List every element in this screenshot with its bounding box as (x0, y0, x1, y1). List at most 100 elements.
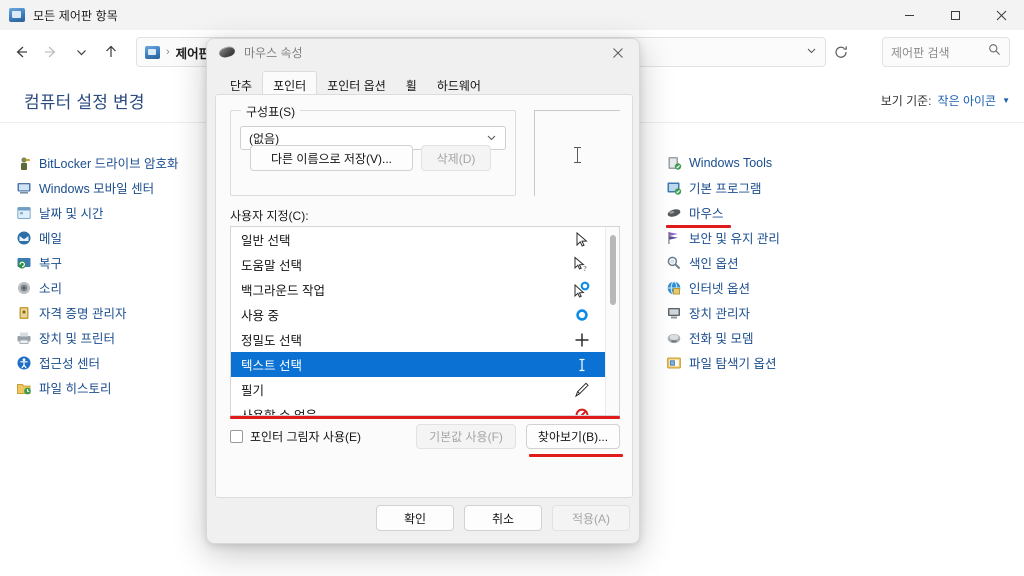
control-panel-item-label: 날짜 및 시간 (39, 207, 104, 221)
cursor-list-row[interactable]: 텍스트 선택 (231, 352, 619, 377)
cursor-list-scrollbar[interactable] (605, 227, 619, 415)
mouse-icon (218, 45, 236, 59)
control-panel-item-label: 마우스 (689, 207, 724, 221)
refresh-icon[interactable] (828, 37, 854, 67)
window-title: 모든 제어판 항목 (33, 8, 118, 23)
sound-icon (16, 280, 32, 296)
page-title: 컴퓨터 설정 변경 (24, 93, 145, 112)
cursor-list-label: 정밀도 선택 (241, 334, 302, 348)
delete-button[interactable]: 삭제(D) (421, 145, 491, 171)
control-panel-item[interactable]: Windows Tools (666, 150, 986, 175)
phone-modem-icon (666, 330, 682, 346)
back-button-icon[interactable] (6, 37, 36, 67)
arrow-cursor-icon (571, 227, 593, 252)
control-panel-item[interactable]: 색인 옵션 (666, 250, 986, 275)
customize-label: 사용자 지정(C): (230, 209, 309, 223)
credential-manager-icon (16, 305, 32, 321)
control-panel-item[interactable]: 기본 프로그램 (666, 175, 986, 200)
view-by-control[interactable]: 보기 기준: 작은 아이콘 ▼ (881, 92, 1010, 109)
window-controls (886, 0, 1024, 30)
tab-label: 포인터 옵션 (327, 79, 386, 93)
pointer-shadow-checkbox[interactable]: 포인터 그림자 사용(E) (230, 428, 361, 445)
control-panel-item[interactable]: 마우스 (666, 200, 986, 228)
arrow-help-cursor-icon: ? (571, 252, 593, 277)
dialog-title: 마우스 속성 (244, 45, 303, 60)
cursor-list-row[interactable]: 정밀도 선택 (231, 327, 619, 352)
tab-label: 휠 (405, 79, 417, 93)
indexing-options-icon (666, 255, 682, 271)
scheme-selected-value: (없음) (249, 131, 280, 146)
view-by-label: 보기 기준: (880, 94, 932, 108)
control-panel-item-label: 장치 관리자 (689, 307, 750, 321)
view-by-value[interactable]: 작은 아이콘 (938, 92, 997, 109)
busy-ring-cursor-icon (571, 302, 593, 327)
cursor-list-label: 백그라운드 작업 (241, 284, 325, 298)
control-panel-item-label: 기본 프로그램 (689, 182, 762, 196)
cursor-list-row[interactable]: 도움말 선택? (231, 252, 619, 277)
cursor-list-label: 필기 (241, 384, 265, 398)
cursor-list-row[interactable]: 백그라운드 작업 (231, 277, 619, 302)
scrollbar-thumb[interactable] (610, 235, 616, 305)
up-button-icon[interactable] (96, 37, 126, 67)
control-panel-item-label: 파일 히스토리 (39, 382, 112, 396)
cancel-button[interactable]: 취소 (464, 505, 542, 531)
window-titlebar: 모든 제어판 항목 (0, 0, 1024, 30)
control-panel-item-label: Windows 모바일 센터 (39, 182, 155, 196)
svg-text:?: ? (584, 265, 587, 273)
use-default-button[interactable]: 기본값 사용(F) (416, 424, 516, 449)
cursor-list-row[interactable]: 일반 선택 (231, 227, 619, 252)
ibeam-cursor-icon (571, 352, 593, 377)
breadcrumb-control-panel[interactable]: 제어판 (176, 43, 211, 62)
cursor-list-row[interactable]: 사용할 수 없음 (231, 402, 619, 415)
ok-button[interactable]: 확인 (376, 505, 454, 531)
maximize-icon[interactable] (932, 0, 978, 30)
control-panel-item[interactable]: 인터넷 옵션 (666, 275, 986, 300)
mobility-center-icon (16, 180, 32, 196)
cursor-list[interactable]: 일반 선택 도움말 선택? 백그라운드 작업 사용 중 정밀도 선택 텍스트 선택 필기 사용… (230, 226, 620, 416)
control-panel-item-label: BitLocker 드라이브 암호화 (39, 157, 179, 171)
control-panel-item-label: 접근성 센터 (39, 357, 100, 371)
apply-button[interactable]: 적용(A) (552, 505, 630, 531)
recovery-icon (16, 255, 32, 271)
cursor-list-label: 사용 중 (241, 309, 279, 323)
cursor-list-label: 도움말 선택 (241, 259, 302, 273)
default-programs-icon (666, 180, 682, 196)
dialog-close-icon[interactable] (597, 39, 639, 67)
search-placeholder: 제어판 검색 (891, 45, 950, 60)
checkbox-box[interactable] (230, 430, 243, 443)
search-input[interactable]: 제어판 검색 (882, 37, 1010, 67)
tab-label: 포인터 (273, 79, 307, 93)
file-explorer-options-icon (666, 355, 682, 371)
control-panel-item-label: 장치 및 프린터 (39, 332, 115, 346)
scheme-group-label: 구성표(S) (241, 103, 301, 120)
forward-button-icon[interactable] (36, 37, 66, 67)
chevron-down-icon[interactable]: ▼ (1002, 96, 1010, 105)
browse-button[interactable]: 찾아보기(B)... (526, 424, 620, 449)
control-panel-item[interactable]: 장치 관리자 (666, 300, 986, 325)
chevron-down-icon[interactable] (806, 45, 817, 59)
close-icon[interactable] (978, 0, 1024, 30)
security-maintenance-icon (666, 230, 682, 246)
control-panel-item[interactable]: 파일 탐색기 옵션 (666, 350, 986, 375)
pen-cursor-icon (571, 377, 593, 402)
recent-locations-icon[interactable] (66, 37, 96, 67)
unavailable-cursor-icon (571, 402, 593, 415)
internet-options-icon (666, 280, 682, 296)
control-panel-item-label: 보안 및 유지 관리 (689, 232, 780, 246)
chevron-down-icon[interactable] (486, 132, 497, 145)
cursor-list-row[interactable]: 필기 (231, 377, 619, 402)
annotation-underline-browse (529, 454, 623, 457)
control-panel-item-label: 전화 및 모뎀 (689, 332, 754, 346)
search-icon[interactable] (988, 43, 1001, 61)
save-as-button[interactable]: 다른 이름으로 저장(V)... (250, 145, 413, 171)
screen: 모든 제어판 항목 › 제어판 제어판 검색 컴퓨터 설정 변경 보기 기준: … (0, 0, 1024, 576)
control-panel-item[interactable]: 보안 및 유지 관리 (666, 225, 986, 250)
cursor-list-label: 텍스트 선택 (241, 359, 302, 373)
cursor-list-row[interactable]: 사용 중 (231, 302, 619, 327)
pointer-tab-panel: 구성표(S) (없음) 다른 이름으로 저장(V)... 삭제(D) 사용자 지… (215, 94, 633, 498)
arrow-busy-cursor-icon (571, 277, 593, 302)
control-panel-item[interactable]: 전화 및 모뎀 (666, 325, 986, 350)
minimize-icon[interactable] (886, 0, 932, 30)
control-panel-item-label: 복구 (39, 257, 63, 271)
windows-tools-icon (666, 155, 682, 171)
